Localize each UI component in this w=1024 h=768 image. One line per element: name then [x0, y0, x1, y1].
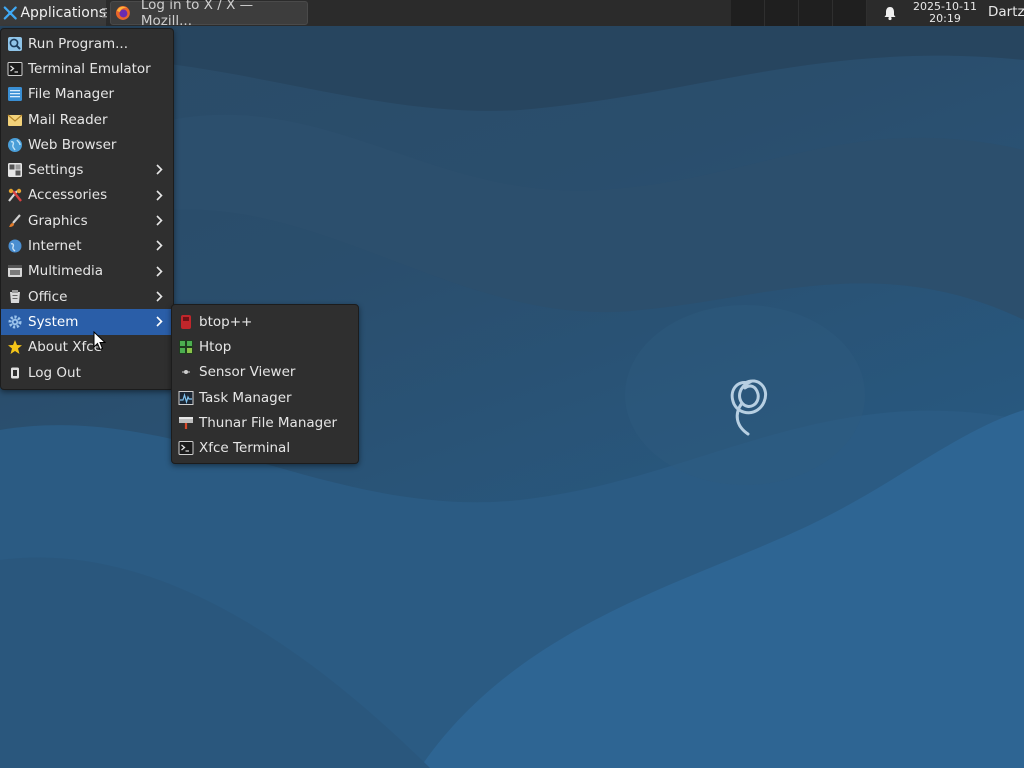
thunar-icon: [179, 416, 193, 429]
submenu-item-thunar[interactable]: Thunar File Manager: [172, 410, 358, 435]
chevron-right-icon: [156, 240, 163, 251]
mail-icon: [7, 114, 23, 126]
submenu-item-task-manager[interactable]: Task Manager: [172, 385, 358, 410]
menu-item-label: Web Browser: [28, 136, 117, 153]
desktop[interactable]: Applications Log in to X / X — Mozill...: [0, 0, 1024, 768]
menu-item-file-manager[interactable]: File Manager: [1, 82, 173, 107]
submenu-item-btop[interactable]: btop++: [172, 309, 358, 334]
submenu-item-label: Task Manager: [199, 389, 292, 406]
notification-bell-icon[interactable]: [882, 5, 898, 21]
menu-item-mail-reader[interactable]: Mail Reader: [1, 107, 173, 132]
menu-item-settings[interactable]: Settings: [1, 157, 173, 182]
globe-icon: [8, 137, 22, 152]
menu-item-internet[interactable]: Internet: [1, 233, 173, 258]
workspace-switcher[interactable]: [731, 0, 867, 26]
menu-item-label: Terminal Emulator: [28, 60, 151, 77]
chevron-right-icon: [156, 316, 163, 327]
htop-icon: [179, 339, 193, 354]
taskbar-window-button[interactable]: Log in to X / X — Mozill...: [110, 0, 308, 29]
xfce-logo-icon: [3, 6, 17, 20]
submenu-item-label: Htop: [199, 338, 232, 355]
menu-item-run-program[interactable]: Run Program...: [1, 31, 173, 56]
user-menu[interactable]: Dartz: [988, 4, 1024, 20]
chevron-right-icon: [156, 215, 163, 226]
applications-menu-button[interactable]: Applications: [0, 0, 106, 26]
menu-item-graphics[interactable]: Graphics: [1, 208, 173, 233]
office-icon: [10, 289, 20, 303]
submenu-item-xfce-terminal[interactable]: Xfce Terminal: [172, 435, 358, 460]
submenu-item-label: btop++: [199, 313, 253, 330]
submenu-item-sensor-viewer[interactable]: Sensor Viewer: [172, 360, 358, 385]
terminal-icon: [178, 441, 194, 456]
task-manager-icon: [178, 390, 194, 405]
settings-icon: [8, 163, 22, 178]
menu-item-log-out[interactable]: Log Out: [1, 360, 173, 385]
menu-item-web-browser[interactable]: Web Browser: [1, 132, 173, 157]
menu-item-label: Settings: [28, 162, 84, 179]
menu-item-office[interactable]: Office: [1, 284, 173, 309]
menu-item-label: File Manager: [28, 86, 115, 103]
menu-item-label: About Xfce: [28, 339, 102, 356]
file-manager-icon: [8, 87, 22, 102]
chevron-right-icon: [156, 291, 163, 302]
firefox-icon: [115, 6, 130, 20]
search-icon: [8, 36, 22, 51]
menu-item-system[interactable]: System: [1, 309, 173, 335]
workspace-1[interactable]: [731, 0, 765, 26]
system-submenu: btop++ Htop Sensor Viewer Task Manager T…: [171, 304, 359, 464]
menu-item-label: System: [28, 313, 79, 330]
submenu-item-htop[interactable]: Htop: [172, 334, 358, 359]
submenu-item-label: Xfce Terminal: [199, 440, 291, 457]
graphics-icon: [9, 213, 21, 227]
menu-item-multimedia[interactable]: Multimedia: [1, 259, 173, 284]
logout-icon: [11, 367, 19, 378]
menu-item-terminal-emulator[interactable]: Terminal Emulator: [1, 56, 173, 81]
menu-item-label: Accessories: [28, 187, 108, 204]
workspace-3[interactable]: [799, 0, 833, 26]
internet-icon: [8, 239, 22, 253]
workspace-4[interactable]: [833, 0, 867, 26]
star-icon: [8, 340, 22, 355]
terminal-icon: [7, 61, 23, 76]
menu-item-label: Log Out: [28, 364, 81, 381]
submenu-item-label: Sensor Viewer: [199, 364, 296, 381]
top-panel: Applications Log in to X / X — Mozill...: [0, 0, 1024, 29]
workspace-2[interactable]: [765, 0, 799, 26]
menu-item-label: Internet: [28, 238, 82, 255]
chevron-right-icon: [156, 266, 163, 277]
clock-time: 20:19: [929, 12, 961, 25]
menu-item-label: Graphics: [28, 212, 88, 229]
panel-separator-handle: [102, 8, 107, 18]
sensor-icon: [182, 370, 190, 375]
menu-item-label: Office: [28, 288, 68, 305]
chevron-right-icon: [156, 190, 163, 201]
menu-item-about-xfce[interactable]: About Xfce: [1, 335, 173, 360]
btop-icon: [181, 314, 191, 329]
menu-item-label: Mail Reader: [28, 111, 108, 128]
applications-label: Applications: [20, 5, 106, 21]
system-gear-icon: [8, 315, 22, 329]
multimedia-icon: [8, 265, 22, 278]
menu-item-label: Run Program...: [28, 35, 129, 52]
panel-clock[interactable]: 2025-10-11 20:19: [905, 1, 985, 25]
taskbar-window-title: Log in to X / X — Mozill...: [140, 0, 254, 29]
submenu-item-label: Thunar File Manager: [199, 414, 338, 431]
applications-menu: Run Program... Terminal Emulator File Ma…: [0, 28, 174, 390]
chevron-right-icon: [156, 164, 163, 176]
menu-item-accessories[interactable]: Accessories: [1, 183, 173, 208]
accessories-icon: [8, 189, 22, 203]
mouse-pointer-icon: [93, 331, 106, 351]
menu-item-label: Multimedia: [28, 263, 104, 280]
